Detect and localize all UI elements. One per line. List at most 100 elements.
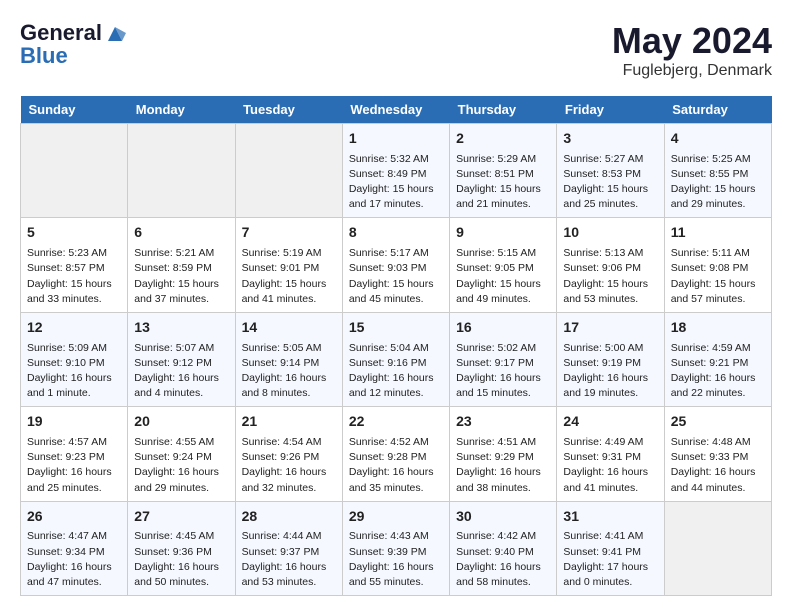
day-number: 30: [456, 507, 550, 527]
day-info: Sunrise: 5:21 AM Sunset: 8:59 PM Dayligh…: [134, 246, 228, 307]
day-number: 24: [563, 412, 657, 432]
calendar-cell: 12 Sunrise: 5:09 AM Sunset: 9:10 PM Dayli…: [21, 312, 128, 406]
day-info: Sunrise: 4:57 AM Sunset: 9:23 PM Dayligh…: [27, 435, 121, 496]
column-header-sunday: Sunday: [21, 96, 128, 124]
day-number: 17: [563, 318, 657, 338]
calendar-cell: 15 Sunrise: 5:04 AM Sunset: 9:16 PM Dayli…: [342, 312, 449, 406]
calendar-cell: 16 Sunrise: 5:02 AM Sunset: 9:17 PM Dayli…: [450, 312, 557, 406]
day-number: 18: [671, 318, 765, 338]
calendar-cell: 4Sunrise: 5:25 AM Sunset: 8:55 PM Daylig…: [664, 124, 771, 218]
column-header-friday: Friday: [557, 96, 664, 124]
calendar-cell: 9 Sunrise: 5:15 AM Sunset: 9:05 PM Daylig…: [450, 218, 557, 312]
calendar-cell: 18 Sunrise: 4:59 AM Sunset: 9:21 PM Dayli…: [664, 312, 771, 406]
logo-blue: Blue: [20, 43, 126, 69]
week-row-5: 26Sunrise: 4:47 AM Sunset: 9:34 PM Dayli…: [21, 501, 772, 595]
calendar-cell: 30Sunrise: 4:42 AM Sunset: 9:40 PM Dayli…: [450, 501, 557, 595]
calendar-cell: 14 Sunrise: 5:05 AM Sunset: 9:14 PM Dayli…: [235, 312, 342, 406]
month-title: May 2024: [612, 20, 772, 62]
day-info: Sunrise: 5:09 AM Sunset: 9:10 PM Dayligh…: [27, 341, 121, 402]
column-header-thursday: Thursday: [450, 96, 557, 124]
calendar-table: SundayMondayTuesdayWednesdayThursdayFrid…: [20, 96, 772, 596]
day-number: 12: [27, 318, 121, 338]
calendar-cell: [21, 124, 128, 218]
title-block: May 2024 Fuglebjerg, Denmark: [612, 20, 772, 80]
day-number: 29: [349, 507, 443, 527]
day-number: 9: [456, 223, 550, 243]
day-number: 7: [242, 223, 336, 243]
calendar-cell: [128, 124, 235, 218]
day-number: 21: [242, 412, 336, 432]
day-number: 6: [134, 223, 228, 243]
week-row-1: 1Sunrise: 5:32 AM Sunset: 8:49 PM Daylig…: [21, 124, 772, 218]
day-number: 16: [456, 318, 550, 338]
calendar-cell: 28Sunrise: 4:44 AM Sunset: 9:37 PM Dayli…: [235, 501, 342, 595]
column-header-monday: Monday: [128, 96, 235, 124]
day-info: Sunrise: 5:25 AM Sunset: 8:55 PM Dayligh…: [671, 152, 765, 213]
day-info: Sunrise: 5:19 AM Sunset: 9:01 PM Dayligh…: [242, 246, 336, 307]
week-row-4: 19 Sunrise: 4:57 AM Sunset: 9:23 PM Dayli…: [21, 407, 772, 501]
calendar-cell: 8 Sunrise: 5:17 AM Sunset: 9:03 PM Daylig…: [342, 218, 449, 312]
week-row-3: 12 Sunrise: 5:09 AM Sunset: 9:10 PM Dayli…: [21, 312, 772, 406]
day-number: 14: [242, 318, 336, 338]
day-info: Sunrise: 4:44 AM Sunset: 9:37 PM Dayligh…: [242, 529, 336, 590]
day-info: Sunrise: 4:42 AM Sunset: 9:40 PM Dayligh…: [456, 529, 550, 590]
day-info: Sunrise: 5:00 AM Sunset: 9:19 PM Dayligh…: [563, 341, 657, 402]
day-number: 2: [456, 129, 550, 149]
day-info: Sunrise: 4:52 AM Sunset: 9:28 PM Dayligh…: [349, 435, 443, 496]
location: Fuglebjerg, Denmark: [612, 62, 772, 80]
day-info: Sunrise: 5:27 AM Sunset: 8:53 PM Dayligh…: [563, 152, 657, 213]
week-row-2: 5 Sunrise: 5:23 AM Sunset: 8:57 PM Daylig…: [21, 218, 772, 312]
day-info: Sunrise: 5:02 AM Sunset: 9:17 PM Dayligh…: [456, 341, 550, 402]
calendar-cell: 31Sunrise: 4:41 AM Sunset: 9:41 PM Dayli…: [557, 501, 664, 595]
day-info: Sunrise: 4:48 AM Sunset: 9:33 PM Dayligh…: [671, 435, 765, 496]
calendar-cell: 6 Sunrise: 5:21 AM Sunset: 8:59 PM Daylig…: [128, 218, 235, 312]
day-info: Sunrise: 5:23 AM Sunset: 8:57 PM Dayligh…: [27, 246, 121, 307]
day-info: Sunrise: 4:49 AM Sunset: 9:31 PM Dayligh…: [563, 435, 657, 496]
day-info: Sunrise: 4:43 AM Sunset: 9:39 PM Dayligh…: [349, 529, 443, 590]
calendar-cell: [664, 501, 771, 595]
day-info: Sunrise: 4:45 AM Sunset: 9:36 PM Dayligh…: [134, 529, 228, 590]
day-number: 31: [563, 507, 657, 527]
day-number: 22: [349, 412, 443, 432]
calendar-cell: 7 Sunrise: 5:19 AM Sunset: 9:01 PM Daylig…: [235, 218, 342, 312]
calendar-body: 1Sunrise: 5:32 AM Sunset: 8:49 PM Daylig…: [21, 124, 772, 596]
day-info: Sunrise: 4:47 AM Sunset: 9:34 PM Dayligh…: [27, 529, 121, 590]
day-number: 8: [349, 223, 443, 243]
day-number: 25: [671, 412, 765, 432]
day-info: Sunrise: 5:15 AM Sunset: 9:05 PM Dayligh…: [456, 246, 550, 307]
day-number: 15: [349, 318, 443, 338]
day-info: Sunrise: 4:51 AM Sunset: 9:29 PM Dayligh…: [456, 435, 550, 496]
calendar-cell: 5 Sunrise: 5:23 AM Sunset: 8:57 PM Daylig…: [21, 218, 128, 312]
day-info: Sunrise: 5:04 AM Sunset: 9:16 PM Dayligh…: [349, 341, 443, 402]
calendar-cell: 3Sunrise: 5:27 AM Sunset: 8:53 PM Daylig…: [557, 124, 664, 218]
day-info: Sunrise: 5:05 AM Sunset: 9:14 PM Dayligh…: [242, 341, 336, 402]
day-info: Sunrise: 4:54 AM Sunset: 9:26 PM Dayligh…: [242, 435, 336, 496]
day-info: Sunrise: 5:13 AM Sunset: 9:06 PM Dayligh…: [563, 246, 657, 307]
day-number: 28: [242, 507, 336, 527]
calendar-cell: 21 Sunrise: 4:54 AM Sunset: 9:26 PM Dayli…: [235, 407, 342, 501]
day-info: Sunrise: 4:55 AM Sunset: 9:24 PM Dayligh…: [134, 435, 228, 496]
day-info: Sunrise: 5:17 AM Sunset: 9:03 PM Dayligh…: [349, 246, 443, 307]
calendar-cell: 24 Sunrise: 4:49 AM Sunset: 9:31 PM Dayli…: [557, 407, 664, 501]
calendar-cell: 1Sunrise: 5:32 AM Sunset: 8:49 PM Daylig…: [342, 124, 449, 218]
day-number: 19: [27, 412, 121, 432]
calendar-cell: [235, 124, 342, 218]
day-number: 26: [27, 507, 121, 527]
calendar-cell: 13 Sunrise: 5:07 AM Sunset: 9:12 PM Dayli…: [128, 312, 235, 406]
calendar-cell: 2 Sunrise: 5:29 AM Sunset: 8:51 PM Daylig…: [450, 124, 557, 218]
day-info: Sunrise: 5:07 AM Sunset: 9:12 PM Dayligh…: [134, 341, 228, 402]
day-number: 5: [27, 223, 121, 243]
day-number: 23: [456, 412, 550, 432]
calendar-cell: 22 Sunrise: 4:52 AM Sunset: 9:28 PM Dayli…: [342, 407, 449, 501]
logo-icon: [104, 23, 126, 45]
column-header-wednesday: Wednesday: [342, 96, 449, 124]
column-header-tuesday: Tuesday: [235, 96, 342, 124]
calendar-cell: 20 Sunrise: 4:55 AM Sunset: 9:24 PM Dayli…: [128, 407, 235, 501]
calendar-cell: 29Sunrise: 4:43 AM Sunset: 9:39 PM Dayli…: [342, 501, 449, 595]
day-number: 20: [134, 412, 228, 432]
day-info: Sunrise: 5:29 AM Sunset: 8:51 PM Dayligh…: [456, 152, 550, 213]
calendar-cell: 10Sunrise: 5:13 AM Sunset: 9:06 PM Dayli…: [557, 218, 664, 312]
day-number: 13: [134, 318, 228, 338]
day-info: Sunrise: 4:59 AM Sunset: 9:21 PM Dayligh…: [671, 341, 765, 402]
calendar-cell: 27Sunrise: 4:45 AM Sunset: 9:36 PM Dayli…: [128, 501, 235, 595]
